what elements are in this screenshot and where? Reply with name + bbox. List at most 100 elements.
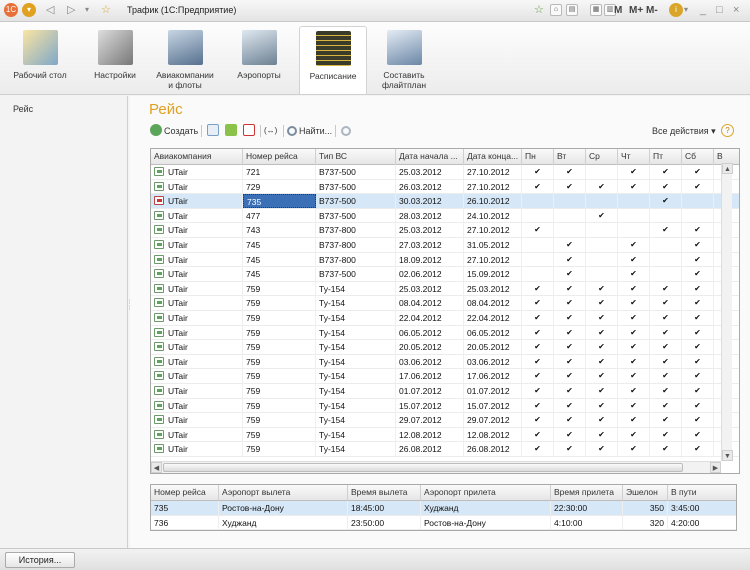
day-checkbox[interactable]: ✔ — [618, 238, 650, 252]
cell-number[interactable]: 745 — [243, 252, 316, 267]
day-checkbox[interactable] — [682, 194, 714, 209]
cell-start[interactable]: 18.09.2012 — [396, 252, 464, 267]
cell-start[interactable]: 28.03.2012 — [396, 208, 464, 223]
table-row[interactable]: UTair 759 Ту-154 01.07.2012 01.07.2012 ✔ ✔ ✔ ✔ ✔ ✔… — [151, 384, 739, 399]
day-checkbox[interactable]: ✔ — [522, 311, 554, 325]
column-header[interactable]: Авиакомпания — [151, 149, 243, 165]
day-checkbox[interactable]: ✔ — [650, 384, 682, 398]
day-checkbox[interactable]: ✔ — [682, 252, 714, 267]
day-checkbox[interactable]: ✔ — [554, 179, 586, 194]
day-checkbox[interactable]: ✔ — [650, 427, 682, 442]
cell-number[interactable]: 759 — [243, 369, 316, 384]
day-checkbox[interactable] — [586, 223, 618, 238]
cell-end[interactable]: 17.06.2012 — [464, 369, 522, 384]
column-header[interactable]: Номер рейса — [243, 149, 316, 165]
cell-type[interactable]: B737-800 — [316, 238, 396, 252]
day-checkbox[interactable]: ✔ — [586, 325, 618, 340]
day-checkbox[interactable]: ✔ — [586, 208, 618, 223]
cell-airline[interactable]: UTair — [151, 194, 243, 209]
copy-button[interactable] — [207, 123, 221, 139]
edit-button[interactable] — [225, 123, 239, 139]
day-checkbox[interactable] — [650, 208, 682, 223]
app-logo-icon[interactable]: 1С — [4, 3, 18, 17]
day-checkbox[interactable]: ✔ — [554, 398, 586, 413]
cell-type[interactable]: Ту-154 — [316, 413, 396, 428]
table-row[interactable]: UTair 729 B737-500 26.03.2012 27.10.2012 ✔ ✔ ✔ ✔… — [151, 179, 739, 195]
day-checkbox[interactable]: ✔ — [650, 442, 682, 457]
cell-airline[interactable]: UTair — [151, 238, 243, 252]
cell-end[interactable]: 01.07.2012 — [464, 384, 522, 398]
day-checkbox[interactable]: ✔ — [586, 427, 618, 442]
day-checkbox[interactable]: ✔ — [650, 354, 682, 369]
cell-end[interactable]: 26.10.2012 — [464, 194, 522, 209]
info-icon[interactable]: i — [669, 3, 683, 17]
table-row[interactable]: UTair 759 Ту-154 26.08.2012 26.08.2012 ✔ ✔ ✔ ✔ ✔ ✔… — [151, 442, 739, 457]
create-button[interactable]: Создать — [150, 123, 198, 139]
column-header[interactable]: Вт — [554, 149, 586, 165]
table-row[interactable]: UTair 759 Ту-154 03.06.2012 03.06.2012 ✔ ✔ ✔ ✔ ✔ ✔… — [151, 354, 739, 370]
table-row[interactable]: UTair 759 Ту-154 20.05.2012 20.05.2012 ✔ ✔ ✔ ✔ ✔ ✔… — [151, 340, 739, 355]
day-checkbox[interactable] — [618, 194, 650, 209]
cell-start[interactable]: 30.03.2012 — [396, 194, 464, 209]
cell-type[interactable]: B737-500 — [316, 208, 396, 223]
cell-end[interactable]: 12.08.2012 — [464, 427, 522, 442]
cell-start[interactable]: 02.06.2012 — [396, 267, 464, 282]
day-checkbox[interactable]: ✔ — [682, 238, 714, 252]
day-checkbox[interactable]: ✔ — [554, 427, 586, 442]
cell-airline[interactable]: UTair — [151, 311, 243, 325]
cell-start[interactable]: 25.03.2012 — [396, 165, 464, 179]
column-header[interactable]: Аэропорт вылета — [219, 485, 348, 501]
day-checkbox[interactable]: ✔ — [682, 325, 714, 340]
day-checkbox[interactable]: ✔ — [682, 340, 714, 355]
cell-duration[interactable]: 4:20:00 — [668, 516, 736, 530]
table-row[interactable]: UTair 759 Ту-154 06.05.2012 06.05.2012 ✔ ✔ ✔ ✔ ✔ ✔… — [151, 325, 739, 341]
day-checkbox[interactable] — [554, 208, 586, 223]
cell-type[interactable]: Ту-154 — [316, 384, 396, 398]
cell-end[interactable]: 27.10.2012 — [464, 252, 522, 267]
cell-end[interactable]: 15.07.2012 — [464, 398, 522, 413]
cell-to[interactable]: Худжанд — [421, 501, 551, 515]
day-checkbox[interactable] — [586, 238, 618, 252]
delete-button[interactable] — [243, 123, 257, 139]
day-checkbox[interactable] — [650, 238, 682, 252]
table-row[interactable]: UTair 759 Ту-154 08.04.2012 08.04.2012 ✔ ✔ ✔ ✔ ✔ ✔… — [151, 296, 739, 311]
memory-minus-button[interactable]: M- — [646, 5, 658, 16]
day-checkbox[interactable]: ✔ — [682, 223, 714, 238]
day-checkbox[interactable]: ✔ — [650, 179, 682, 194]
day-checkbox[interactable] — [650, 267, 682, 282]
cell-type[interactable]: Ту-154 — [316, 325, 396, 340]
cell-start[interactable]: 03.06.2012 — [396, 354, 464, 369]
memory-button[interactable]: M — [614, 5, 622, 16]
cancel-search-button[interactable] — [341, 123, 353, 139]
day-checkbox[interactable]: ✔ — [522, 340, 554, 355]
day-checkbox[interactable]: ✔ — [682, 427, 714, 442]
day-checkbox[interactable]: ✔ — [522, 369, 554, 384]
column-header[interactable]: В пути — [668, 485, 736, 501]
section-desktop[interactable]: Рабочий стол — [9, 26, 71, 94]
day-checkbox[interactable] — [586, 165, 618, 179]
day-checkbox[interactable]: ✔ — [650, 398, 682, 413]
menu-icon[interactable]: ▾ — [22, 3, 36, 17]
memory-plus-button[interactable]: M+ — [629, 5, 643, 16]
cell-end[interactable]: 27.10.2012 — [464, 223, 522, 238]
day-checkbox[interactable]: ✔ — [682, 267, 714, 282]
day-checkbox[interactable] — [618, 223, 650, 238]
day-checkbox[interactable]: ✔ — [586, 384, 618, 398]
table-row[interactable]: UTair 759 Ту-154 22.04.2012 22.04.2012 ✔ ✔ ✔ ✔ ✔ ✔… — [151, 311, 739, 326]
day-checkbox[interactable]: ✔ — [522, 296, 554, 311]
day-checkbox[interactable] — [618, 208, 650, 223]
day-checkbox[interactable]: ✔ — [522, 179, 554, 194]
cell-airline[interactable]: UTair — [151, 413, 243, 428]
day-checkbox[interactable]: ✔ — [586, 296, 618, 311]
back-icon[interactable]: ◁ — [46, 3, 54, 17]
day-checkbox[interactable]: ✔ — [554, 165, 586, 179]
cell-airline[interactable]: UTair — [151, 354, 243, 369]
day-checkbox[interactable]: ✔ — [586, 398, 618, 413]
home-icon[interactable]: ⌂ — [550, 4, 562, 16]
day-checkbox[interactable]: ✔ — [586, 179, 618, 194]
cell-type[interactable]: Ту-154 — [316, 296, 396, 311]
column-header[interactable]: Аэропорт прилета — [421, 485, 551, 501]
day-checkbox[interactable]: ✔ — [522, 223, 554, 238]
day-checkbox[interactable]: ✔ — [554, 281, 586, 296]
scroll-up-icon[interactable]: ▲ — [722, 163, 733, 174]
